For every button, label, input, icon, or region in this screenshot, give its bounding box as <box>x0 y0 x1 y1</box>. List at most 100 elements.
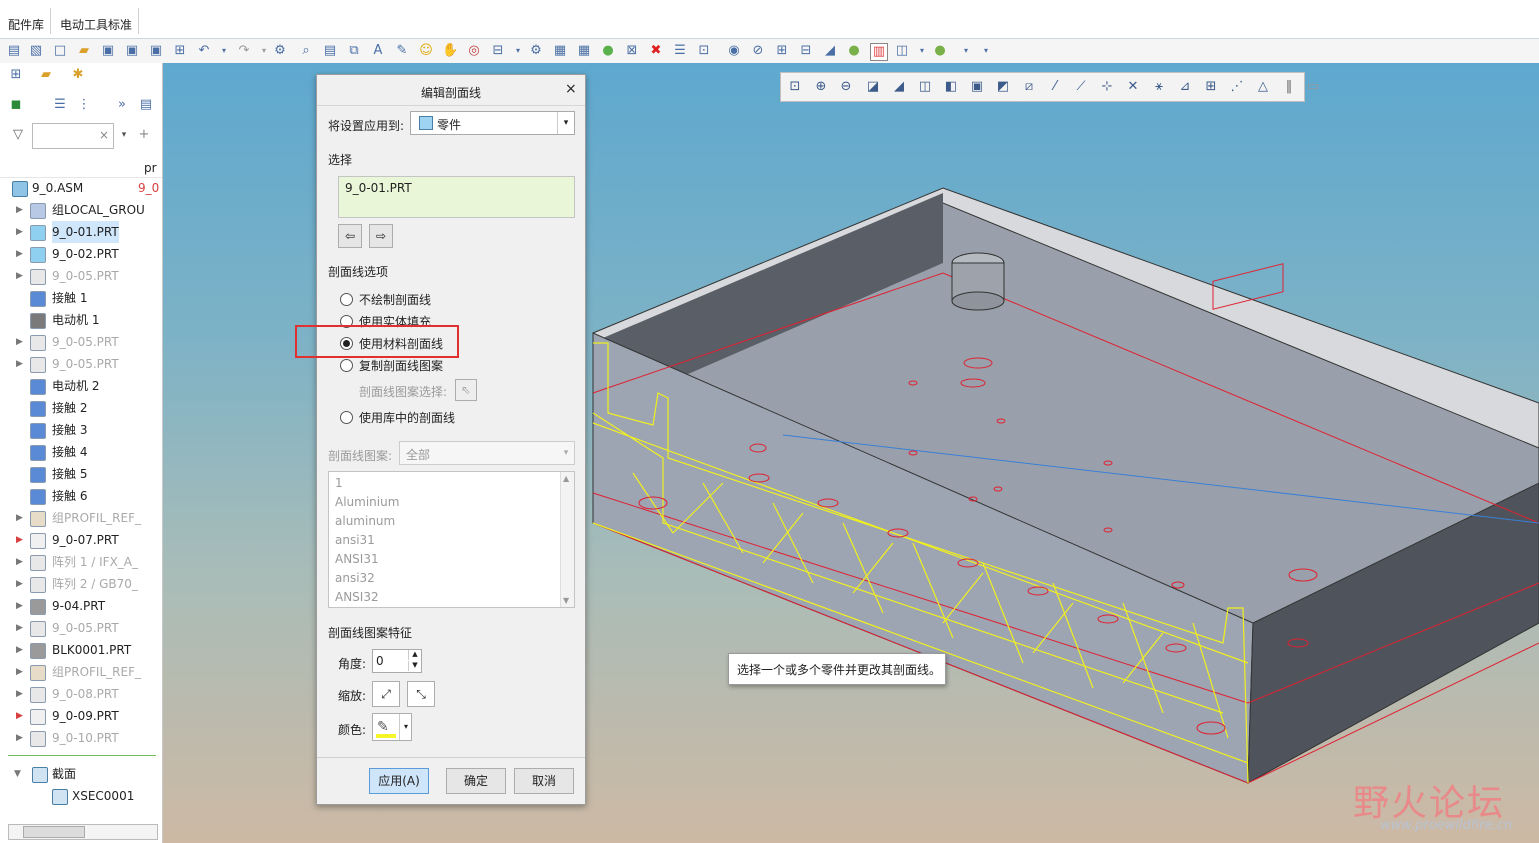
undo-icon[interactable]: ↶ <box>196 43 212 59</box>
add-filter-icon[interactable]: + <box>136 127 152 143</box>
expand-arrow-icon[interactable]: ▶ <box>16 199 23 221</box>
backup-icon[interactable]: ▣ <box>148 43 164 59</box>
page-icon[interactable]: ▤ <box>322 43 338 59</box>
shaded-icon[interactable]: ◢ <box>891 79 907 95</box>
selected-part-item[interactable]: 9_0-01.PRT <box>345 181 412 195</box>
clear-search-icon[interactable]: × <box>99 128 109 142</box>
pattern-list-scrollbar[interactable]: ▲ ▼ <box>560 472 574 607</box>
folder-icon[interactable]: ▰ <box>76 43 92 59</box>
saved-views-icon[interactable]: ◫ <box>917 79 933 95</box>
red-close-icon[interactable]: ✖ <box>648 43 664 59</box>
perspective-icon[interactable]: ◩ <box>995 79 1011 95</box>
tree-item[interactable]: ▶ 9_0-05.PRT <box>0 265 160 287</box>
model-tree-icon[interactable]: ⊞ <box>8 67 24 83</box>
pattern-list-item[interactable]: ANSI32 <box>335 590 379 604</box>
blank-doc-icon[interactable]: □ <box>52 43 68 59</box>
settings-icon[interactable]: ⚙ <box>528 43 544 59</box>
expand-arrow-icon[interactable]: ▶ <box>16 617 23 639</box>
zoom-fit-icon[interactable]: ⊡ <box>787 79 803 95</box>
angle-stepper[interactable]: 0 ▲ ▼ <box>372 649 422 673</box>
table-icon[interactable]: ▦ <box>576 43 592 59</box>
favorites-icon[interactable]: ✱ <box>70 67 86 83</box>
open-file-icon[interactable]: ▧ <box>28 43 44 59</box>
ok-button[interactable]: 确定 <box>446 768 506 794</box>
tree-item[interactable]: 接触 6 <box>0 485 160 507</box>
hatch-option-radio[interactable] <box>340 411 353 424</box>
model-icon[interactable]: ▦ <box>552 43 568 59</box>
tree-section-group[interactable]: ▼ 截面 <box>0 763 160 785</box>
expand-arrow-icon[interactable]: ▶ <box>16 331 23 353</box>
previous-button[interactable]: ⇦ <box>338 224 362 248</box>
display-style-icon[interactable]: ◫ <box>894 43 910 59</box>
show-hierarchy-icon[interactable]: ⊞ <box>774 43 790 59</box>
toolbar-overflow-icon[interactable]: ▾ <box>978 43 994 59</box>
redo-icon[interactable]: ↷ <box>236 43 252 59</box>
zoom-in-icon[interactable]: ⊕ <box>813 79 829 95</box>
tree-item[interactable]: ▶ 9_0-10.PRT <box>0 727 160 749</box>
pause-icon[interactable]: ‖ <box>1281 79 1297 95</box>
tab-power-tool-standard[interactable]: 电动工具标准 <box>54 8 140 34</box>
expand-arrow-icon[interactable]: ▶ <box>16 243 23 265</box>
annotation-icon[interactable]: ✕ <box>1125 79 1141 95</box>
eye-icon[interactable]: ◉ <box>726 43 742 59</box>
scene-icon[interactable]: ● <box>932 43 948 59</box>
display-style-dropdown-icon[interactable]: ▾ <box>914 43 930 59</box>
angle-down-icon[interactable]: ▼ <box>408 661 421 671</box>
save-copy-icon[interactable]: ▣ <box>124 43 140 59</box>
annotation-display-icon[interactable]: ▭ <box>1305 79 1321 95</box>
tree-settings-icon[interactable]: ▤ <box>138 97 154 113</box>
datum-points-icon[interactable]: ⟋ <box>1073 79 1089 95</box>
pick-pattern-button[interactable]: ⇖ <box>455 379 477 401</box>
expand-arrow-icon[interactable]: ▶ <box>16 639 23 661</box>
text-icon[interactable]: A <box>370 43 386 59</box>
expand-arrow-icon[interactable]: ▶ <box>16 353 23 375</box>
tree-item[interactable]: ▶ 9_0-05.PRT <box>0 353 160 375</box>
expand-arrow-icon[interactable]: ▶ <box>16 683 23 705</box>
window-icon[interactable]: ⧉ <box>346 43 362 59</box>
tree-item[interactable]: ▶ 组PROFIL_REF_ <box>0 507 160 529</box>
hatch-option-label[interactable]: 使用库中的剖面线 <box>359 409 455 426</box>
network-icon[interactable]: ⋰ <box>1229 79 1245 95</box>
pattern-list-item[interactable]: Aluminium <box>335 495 399 509</box>
angle-value[interactable]: 0 <box>376 654 384 668</box>
filter-funnel-icon[interactable]: ▽ <box>10 127 26 143</box>
expand-arrow-icon[interactable]: ▶ <box>16 551 23 573</box>
datum-axes-icon[interactable]: ⁄ <box>1047 79 1063 95</box>
layer-display-icon[interactable]: ⊞ <box>1203 79 1219 95</box>
tree-item[interactable]: ▶ 9_0-05.PRT <box>0 331 160 353</box>
angle-up-icon[interactable]: ▲ <box>408 650 421 660</box>
folder-browser-icon[interactable]: ▰ <box>38 67 54 83</box>
cancel-button[interactable]: 取消 <box>514 768 574 794</box>
tree-icon[interactable]: ⊞ <box>172 43 188 59</box>
regenerate-icon[interactable]: ⚙ <box>272 43 288 59</box>
collapse-arrow-icon[interactable]: ▼ <box>14 763 21 785</box>
expand-arrow-icon[interactable]: ▶ <box>16 265 23 287</box>
filter-icon[interactable]: ⊡ <box>696 43 712 59</box>
green-sphere-icon[interactable]: ● <box>600 43 616 59</box>
pattern-filter-select[interactable]: 全部 ▾ <box>399 441 575 465</box>
tree-item[interactable]: 接触 5 <box>0 463 160 485</box>
more-dropdown-icon[interactable]: ▾ <box>958 43 974 59</box>
expand-more-icon[interactable]: » <box>114 97 130 113</box>
expand-arrow-icon[interactable]: ▶ <box>16 727 23 749</box>
tree-item[interactable]: 电动机 1 <box>0 309 160 331</box>
color-picker-button[interactable]: ✎ ▾ <box>372 713 412 741</box>
pattern-list-item[interactable]: ANSI31 <box>335 552 379 566</box>
tree-item[interactable]: ▶ 9_0-07.PRT <box>0 529 160 551</box>
hand-icon[interactable]: ✋ <box>442 43 458 59</box>
csys-display-icon[interactable]: ⊿ <box>1177 79 1193 95</box>
repaint-icon[interactable]: ◪ <box>865 79 881 95</box>
layer-dropdown-icon[interactable]: ▾ <box>510 43 526 59</box>
pattern-list-item[interactable]: ansi31 <box>335 533 375 547</box>
tree-item[interactable]: ▶ 9_0-02.PRT <box>0 243 160 265</box>
scale-up-button[interactable]: ⤢ <box>372 681 400 707</box>
expand-arrow-icon[interactable]: ▶ <box>16 529 23 551</box>
hide-icon[interactable]: ⊘ <box>750 43 766 59</box>
chevron-down-icon[interactable]: ▾ <box>399 714 412 740</box>
tree-item[interactable]: ▶ BLK0001.PRT <box>0 639 160 661</box>
scale-down-button[interactable]: ⤡ <box>407 681 435 707</box>
apply-button[interactable]: 应用(A) <box>369 768 429 794</box>
cube-icon[interactable]: ◼ <box>8 97 24 113</box>
references-icon[interactable]: ⊟ <box>798 43 814 59</box>
tree-item[interactable]: 接触 2 <box>0 397 160 419</box>
